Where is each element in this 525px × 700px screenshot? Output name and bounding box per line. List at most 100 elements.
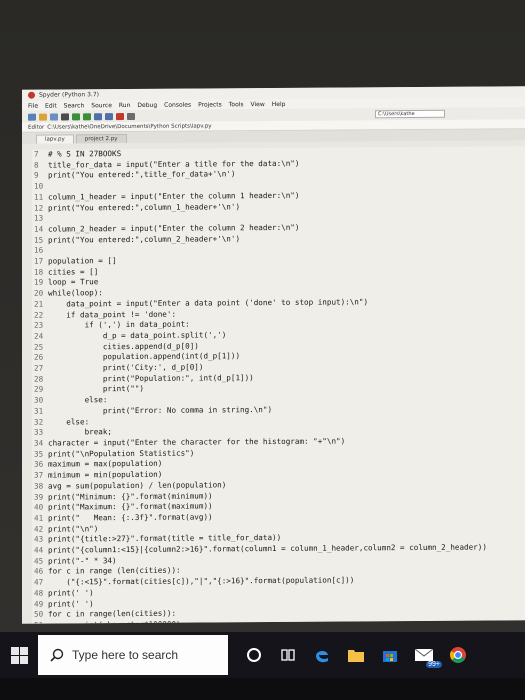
code-text: population.append(int(d_p[1])) (48, 351, 241, 362)
open-file-icon[interactable] (39, 113, 47, 121)
menu-consoles[interactable]: Consoles (164, 101, 191, 108)
line-number: 30 (34, 395, 44, 405)
line-number: 44 (34, 545, 44, 555)
editor-tabs: lapv.py project 2.py (22, 129, 525, 144)
code-text: print("Maximum: {}".format(maximum)) (48, 501, 213, 512)
code-text: print("") (48, 384, 145, 395)
mail-badge: 99+ (426, 661, 442, 668)
code-text: if data_point != 'done': (48, 309, 177, 320)
line-number: 12 (34, 203, 44, 213)
line-number: 11 (34, 192, 44, 202)
task-view-icon[interactable] (274, 640, 302, 670)
menu-help[interactable]: Help (272, 100, 286, 107)
line-number: 46 (34, 567, 44, 577)
code-text: print("{column1:<15}|{column2:>16}".form… (48, 542, 487, 555)
code-text: for c in range (len(cities)): (48, 566, 181, 576)
save-all-icon[interactable] (61, 112, 69, 120)
line-number: 13 (34, 213, 44, 223)
code-text: print("Population:", int(d_p[1])) (48, 372, 254, 384)
line-number: 45 (34, 556, 44, 566)
line-number: 29 (34, 385, 44, 395)
line-number: 21 (34, 299, 44, 309)
code-text: minimum = min(population) (48, 469, 163, 480)
code-text: print("You entered:",column_2_header+'\n… (48, 233, 241, 245)
menu-view[interactable]: View (251, 101, 265, 108)
run-cell-icon[interactable] (83, 112, 91, 120)
code-text: print(" Mean: {:.3f}".format(avg)) (48, 512, 213, 523)
line-number: 41 (34, 513, 44, 523)
tab-project-2[interactable]: project 2.py (75, 134, 127, 144)
code-text: cities = [] (48, 266, 99, 277)
taskbar-search[interactable]: Type here to search (38, 635, 228, 675)
code-text: population = [] (48, 256, 117, 266)
code-text: while(loop): (48, 288, 103, 298)
line-number: 22 (34, 310, 44, 320)
code-text: character = input("Enter the character f… (48, 436, 346, 448)
menu-run[interactable]: Run (119, 101, 131, 108)
save-icon[interactable] (50, 113, 58, 121)
menu-source[interactable]: Source (91, 102, 112, 109)
step-icon[interactable] (105, 112, 113, 120)
editor-label: Editor (28, 124, 45, 131)
menu-projects[interactable]: Projects (198, 101, 222, 108)
chrome-icon[interactable] (444, 640, 472, 670)
run-icon[interactable] (72, 112, 80, 120)
menu-search[interactable]: Search (64, 102, 85, 109)
store-icon[interactable] (376, 640, 404, 670)
code-text: x = int(character*100000) (48, 620, 180, 624)
line-number: 38 (34, 481, 44, 491)
line-number: 43 (34, 534, 44, 544)
line-number: 40 (34, 502, 44, 512)
start-button[interactable] (0, 632, 38, 678)
line-number: 39 (34, 492, 44, 502)
line-number: 19 (34, 278, 44, 288)
code-text: data_point = input("Enter a data point (… (48, 297, 369, 309)
line-number: 16 (34, 245, 44, 256)
code-text: title_for_data = input("Enter a title fo… (48, 158, 300, 170)
line-number: 8 (34, 160, 39, 170)
code-text: print("You entered:",title_for_data+'\n'… (48, 169, 236, 180)
menu-edit[interactable]: Edit (45, 102, 57, 109)
code-text: break; (48, 427, 113, 437)
search-placeholder: Type here to search (72, 648, 179, 662)
line-number: 23 (34, 320, 44, 330)
line-number: 27 (34, 363, 44, 373)
working-directory-input[interactable]: C:\Users\kathe (375, 109, 445, 119)
line-number: 35 (34, 449, 44, 459)
line-number: 37 (34, 470, 44, 480)
code-text: loop = True (48, 277, 99, 288)
line-number: 33 (34, 427, 44, 437)
menu-debug[interactable]: Debug (137, 101, 157, 108)
code-text: ("{:<15}".format(cities[c]),"|","{:>16}"… (48, 575, 355, 587)
code-editor[interactable]: 7 # % S IN 27BOOKS 8 title_for_data = input… (32, 146, 525, 624)
tab-lapv[interactable]: lapv.py (36, 134, 74, 144)
cortana-icon[interactable] (240, 640, 268, 670)
line-number: 32 (34, 417, 44, 427)
code-text: print("\n") (48, 523, 99, 534)
code-text: print("You entered:",column_1_header+'\n… (48, 201, 241, 213)
edge-icon[interactable] (308, 640, 336, 670)
code-text: avg = sum(population) / len(population) (48, 480, 227, 491)
code-text: cities.append(d_p[0]) (48, 341, 199, 352)
code-text: d_p = data_point.split(',') (48, 330, 227, 341)
mail-icon[interactable]: 99+ (410, 640, 442, 670)
code-text: print(' ') (48, 588, 94, 598)
code-text: if (',') in data_point: (48, 319, 190, 330)
line-number: 42 (34, 524, 44, 534)
code-text: # % S IN 27BOOKS (48, 149, 122, 159)
line-number: 7 (34, 149, 39, 159)
line-number: 14 (34, 224, 44, 234)
preferences-icon[interactable] (127, 112, 135, 120)
debug-icon[interactable] (94, 112, 102, 120)
code-text: for c in range(len(cities)): (48, 608, 177, 619)
menu-tools[interactable]: Tools (229, 101, 244, 108)
line-number: 15 (34, 235, 44, 245)
file-explorer-icon[interactable] (342, 640, 370, 670)
stop-icon[interactable] (116, 112, 124, 120)
line-number: 24 (34, 331, 44, 341)
code-text: print("\nPopulation Statistics") (48, 448, 195, 459)
pinned-apps: 99+ (240, 640, 472, 670)
menu-file[interactable]: File (28, 102, 38, 109)
new-file-icon[interactable] (28, 113, 36, 121)
code-text: print('City:', d_p[0]) (48, 362, 204, 373)
